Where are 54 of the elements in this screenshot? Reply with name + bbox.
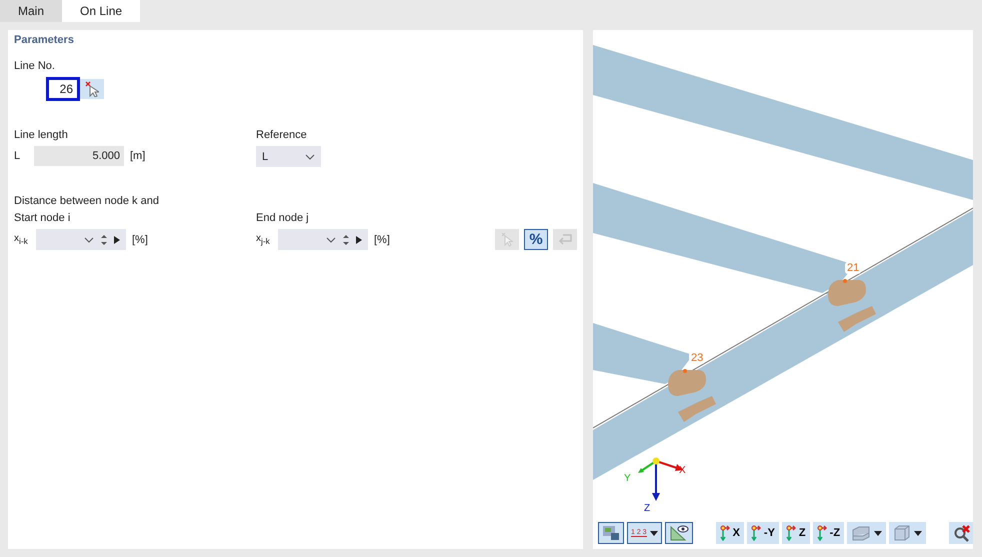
ruler-eye-icon (668, 524, 689, 542)
chevron-down-icon[interactable] (84, 236, 94, 242)
line-number-field[interactable]: 26 (46, 77, 80, 101)
symbol-label: x$_{i-k}$ (14, 233, 29, 246)
chevron-down-icon[interactable] (305, 154, 315, 160)
distance-combo[interactable] (278, 229, 368, 250)
cursor-icon (85, 81, 99, 97)
field-label: Line No. (14, 60, 56, 72)
field-label: Reference (256, 129, 308, 141)
axis-arrows-icon (786, 525, 796, 541)
tab[interactable]: Main (0, 0, 62, 22)
axis-arrows-icon (750, 525, 761, 541)
view-direction-button[interactable]: Z (782, 522, 810, 544)
view-direction-button[interactable]: -Z (812, 522, 844, 544)
unit-label: [%] (132, 234, 148, 246)
tab[interactable]: On Line (62, 0, 140, 22)
section-heading: Distance between node k and (14, 195, 160, 207)
surface-icon (851, 525, 872, 541)
chevron-down-icon[interactable] (326, 236, 336, 242)
pick-button[interactable] (80, 79, 104, 99)
node-label: 23 (689, 352, 706, 364)
axis-arrows-icon (816, 525, 827, 541)
axis-label: Y (624, 473, 631, 484)
zoom-reset-icon (953, 524, 972, 542)
axis-arrows-icon (720, 525, 730, 541)
visibility-button[interactable] (664, 522, 693, 544)
spinner-icon[interactable] (100, 234, 108, 246)
view-direction-button[interactable]: -Y (746, 522, 779, 544)
return-arrow-icon (557, 234, 573, 246)
render-button[interactable] (598, 522, 624, 544)
symbol-label: x$_{j-k}$ (256, 233, 271, 246)
iso-button[interactable] (847, 522, 886, 544)
section-title: Parameters (14, 34, 75, 46)
axis-label: Z (644, 503, 650, 514)
spinner-icon[interactable] (342, 234, 350, 246)
field-label: Line length (14, 129, 69, 141)
symbol-label: L (14, 150, 22, 162)
node-label: 21 (845, 262, 862, 274)
view-direction-button[interactable]: X (716, 522, 744, 544)
field-label: Start node i (14, 212, 72, 224)
unit-label: [m] (130, 150, 146, 162)
play-icon[interactable] (114, 236, 120, 244)
percent-button[interactable]: % (524, 229, 548, 250)
play-icon[interactable] (356, 236, 362, 244)
zoom-reset-button[interactable] (949, 522, 973, 544)
field-label: End node j (256, 212, 310, 224)
render-icon (602, 525, 620, 541)
reference-dropdown[interactable]: L (256, 146, 321, 167)
cursor-icon (501, 232, 513, 247)
cube-icon (893, 524, 912, 542)
unit-label: [%] (374, 234, 390, 246)
box-button[interactable] (889, 522, 926, 544)
distance-combo[interactable] (36, 229, 126, 250)
length-field: 5.000 (34, 146, 124, 166)
